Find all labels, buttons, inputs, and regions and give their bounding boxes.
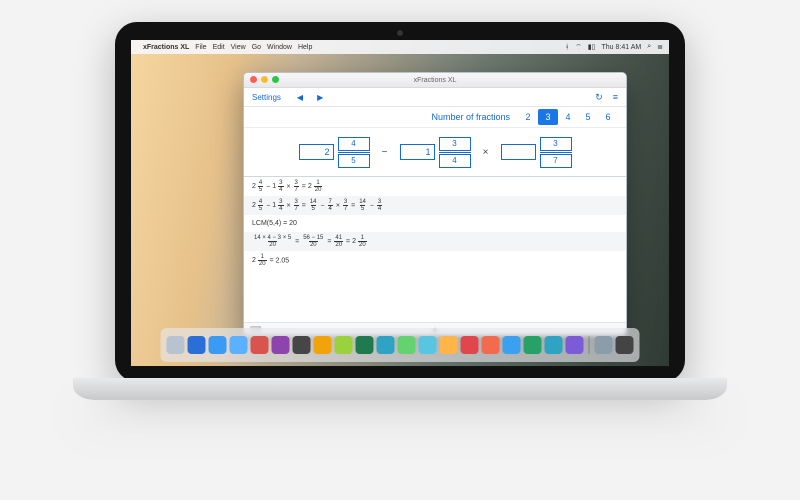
work-step: 2120 = 2.05 [244, 251, 626, 270]
dock-app-icon[interactable] [167, 336, 185, 354]
bluetooth-icon[interactable]: ᚼ [565, 44, 569, 51]
fraction-term-2: 1 3 4 [400, 137, 471, 168]
fraction-term-1: 2 4 5 [299, 137, 370, 168]
os-menubar: xFractions XL File Edit View Go Window H… [131, 40, 669, 54]
dock-app-icon[interactable] [595, 336, 613, 354]
numerator-input[interactable]: 3 [439, 137, 471, 151]
dock-app-icon[interactable] [293, 336, 311, 354]
laptop-bezel: xFractions XL File Edit View Go Window H… [115, 22, 685, 382]
menubar-item[interactable]: View [231, 44, 246, 51]
menubar-item[interactable]: Go [252, 44, 261, 51]
fraction-count-option[interactable]: 2 [518, 109, 538, 125]
nav-prev-button[interactable]: ◀ [297, 93, 303, 102]
dock-app-icon[interactable] [616, 336, 634, 354]
denominator-input[interactable]: 4 [439, 154, 471, 168]
numerator-input[interactable]: 3 [540, 137, 572, 151]
zoom-button[interactable] [272, 76, 279, 83]
dock-app-icon[interactable] [419, 336, 437, 354]
fraction-count-label: Number of fractions [431, 112, 510, 122]
dock-app-icon[interactable] [251, 336, 269, 354]
work-step: LCM(5,4) = 20 [244, 215, 626, 232]
dock-app-icon[interactable] [377, 336, 395, 354]
dock-app-icon[interactable] [230, 336, 248, 354]
menubar-clock[interactable]: Thu 8:41 AM [602, 44, 642, 51]
menubar-item[interactable]: File [195, 44, 206, 51]
whole-input[interactable] [501, 144, 536, 160]
fraction-count-option-selected[interactable]: 3 [538, 109, 558, 125]
fraction-count-option[interactable]: 4 [558, 109, 578, 125]
laptop-camera [397, 30, 403, 36]
dock-app-icon[interactable] [209, 336, 227, 354]
denominator-input[interactable]: 7 [540, 154, 572, 168]
window-title: xFractions XL [414, 77, 457, 84]
spotlight-icon[interactable]: ⌕ [647, 43, 651, 51]
fraction-count-bar: Number of fractions 2 3 4 5 6 [244, 107, 626, 128]
dock-app-icon[interactable] [440, 336, 458, 354]
dock-app-icon[interactable] [503, 336, 521, 354]
app-window: xFractions XL Settings ◀ ▶ ↻ ≡ Number o [243, 72, 627, 336]
fraction-term-3: 3 7 [501, 137, 572, 168]
notification-center-icon[interactable]: ≣ [657, 43, 663, 51]
dock-app-icon[interactable] [461, 336, 479, 354]
dock-separator [589, 336, 590, 354]
work-step: 245 − 134 × 37 = 145 − 74 × 37 = [244, 196, 626, 215]
whole-input[interactable]: 2 [299, 144, 334, 160]
fraction-count-option[interactable]: 6 [598, 109, 618, 125]
dock-app-icon[interactable] [356, 336, 374, 354]
refresh-button[interactable]: ↻ [595, 92, 603, 103]
wifi-icon[interactable]: ⌔ [575, 43, 582, 52]
menubar-item[interactable]: Help [298, 44, 312, 51]
fraction-bar [540, 152, 572, 153]
operator-select[interactable]: × [481, 147, 491, 158]
menu-button[interactable]: ≡ [613, 92, 618, 102]
fraction-count-option[interactable]: 5 [578, 109, 598, 125]
menubar-app-name[interactable]: xFractions XL [143, 44, 189, 51]
dock-app-icon[interactable] [398, 336, 416, 354]
dock-app-icon[interactable] [545, 336, 563, 354]
dock-app-icon[interactable] [272, 336, 290, 354]
close-button[interactable] [250, 76, 257, 83]
fraction-bar [338, 152, 370, 153]
nav-next-button[interactable]: ▶ [317, 93, 323, 102]
laptop-base [73, 378, 727, 400]
operator-select[interactable]: − [380, 147, 390, 158]
dock-app-icon[interactable] [566, 336, 584, 354]
app-toolbar: Settings ◀ ▶ ↻ ≡ [244, 88, 626, 107]
laptop-screen: xFractions XL File Edit View Go Window H… [131, 40, 669, 366]
denominator-input[interactable]: 5 [338, 154, 370, 168]
window-titlebar[interactable]: xFractions XL [244, 73, 626, 88]
window-traffic-lights [250, 76, 279, 83]
dock-app-icon[interactable] [335, 336, 353, 354]
settings-button[interactable]: Settings [252, 93, 281, 102]
menubar-item[interactable]: Window [267, 44, 292, 51]
work-step: 14 × 4 − 3 × 520 = 56 − 1520 = 4120 = 21… [244, 232, 626, 251]
dock-app-icon[interactable] [482, 336, 500, 354]
menubar-item[interactable]: Edit [213, 44, 225, 51]
dock-app-icon[interactable] [524, 336, 542, 354]
os-dock [161, 328, 640, 362]
minimize-button[interactable] [261, 76, 268, 83]
dock-app-icon[interactable] [314, 336, 332, 354]
work-step: 245 − 134 × 37 = 2120 [244, 177, 626, 196]
work-area: 245 − 134 × 37 = 2120 245 − 134 [244, 177, 626, 322]
fraction-input-row: 2 4 5 − 1 3 [244, 128, 626, 177]
whole-input[interactable]: 1 [400, 144, 435, 160]
fraction-bar [439, 152, 471, 153]
dock-app-icon[interactable] [188, 336, 206, 354]
numerator-input[interactable]: 4 [338, 137, 370, 151]
laptop-mock: xFractions XL File Edit View Go Window H… [115, 22, 685, 422]
battery-icon[interactable]: ▮▯ [588, 43, 596, 51]
